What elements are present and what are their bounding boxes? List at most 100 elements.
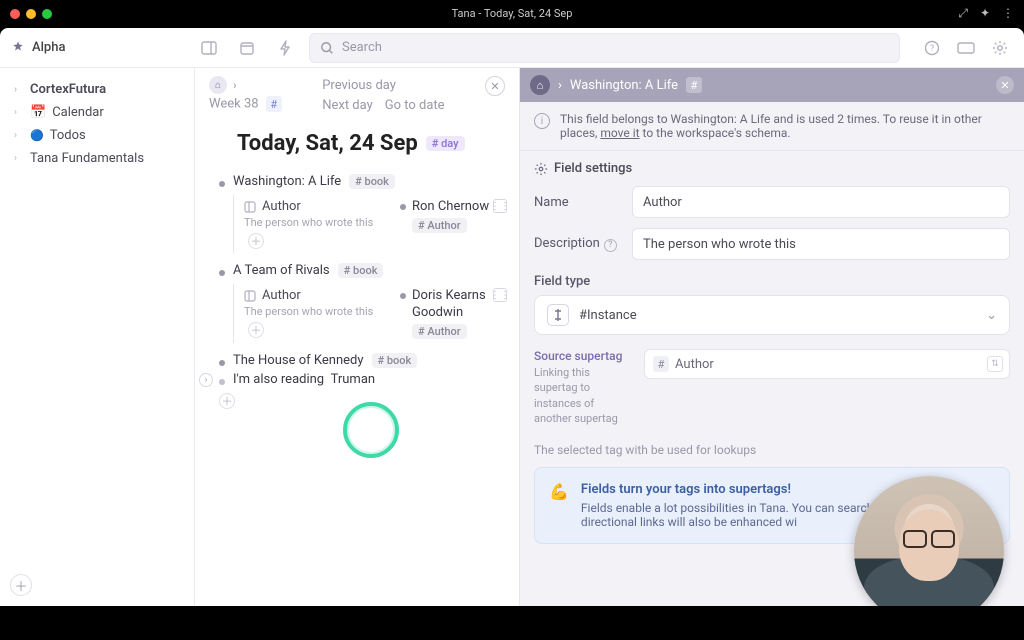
next-day-link[interactable]: Next day <box>322 96 373 116</box>
svg-text:?: ? <box>930 44 934 54</box>
panel-toggle-icon[interactable] <box>195 34 223 62</box>
node-also-reading[interactable]: › I'm also reading Truman <box>219 370 505 389</box>
chevron-right-icon: › <box>558 78 562 93</box>
chevron-right-icon: › <box>14 153 24 164</box>
panel-header: ⌂ › Washington: A Life # ✕ <box>520 68 1024 102</box>
sidebar-item-calendar[interactable]: › 📅 Calendar <box>8 101 186 124</box>
breadcrumb[interactable]: ⌂ › <box>209 76 282 94</box>
window-title: Tana - Today, Sat, 24 Sep <box>0 0 1024 28</box>
goto-date-link[interactable]: Go to date <box>385 96 445 116</box>
sidebar-item-label: Calendar <box>52 105 104 120</box>
panel-breadcrumb[interactable]: Washington: A Life <box>570 78 678 93</box>
sidebar-item-tana-fundamentals[interactable]: › Tana Fundamentals <box>8 147 186 170</box>
node-house-of-kennedy[interactable]: The House of Kennedy # book <box>219 351 505 370</box>
inline-ref[interactable]: Truman <box>331 372 376 387</box>
lookup-hint: The selected tag with be used for lookup… <box>534 443 1010 457</box>
gear-icon <box>534 162 548 176</box>
letterbox-bottom <box>0 606 1024 640</box>
node-washington[interactable]: Washington: A Life # book <box>219 172 505 191</box>
field-name-row: Name Author <box>534 186 1010 218</box>
cursor-highlight <box>343 402 399 458</box>
search-placeholder: Search <box>342 40 382 55</box>
field-icon <box>244 290 256 302</box>
schema-notice: i This field belongs to Washington: A Li… <box>520 102 1024 151</box>
help-icon[interactable]: ? <box>604 239 617 252</box>
app-toolbar: Alpha Search ? <box>0 28 1024 68</box>
bullet-icon <box>400 293 406 299</box>
add-field-button[interactable]: ＋ <box>248 322 264 338</box>
sidebar-item-todos[interactable]: › 🔵 Todos <box>8 124 186 147</box>
node-team-of-rivals[interactable]: A Team of Rivals # book <box>219 261 505 280</box>
chevron-right-icon: › <box>14 130 24 141</box>
close-panel-button[interactable]: ✕ <box>996 76 1014 94</box>
field-label[interactable]: Author <box>244 199 394 214</box>
home-icon[interactable]: ⌂ <box>209 76 227 94</box>
prev-day-link[interactable]: Previous day <box>322 76 396 96</box>
hash-icon[interactable]: # <box>266 96 282 112</box>
traffic-lights[interactable] <box>10 9 52 19</box>
sidebar-item-label: CortexFutura <box>30 82 106 97</box>
info-icon: i <box>534 113 550 129</box>
name-input[interactable]: Author <box>632 186 1010 218</box>
desc-label: Description? <box>534 236 622 252</box>
help-icon[interactable]: ? <box>918 34 946 62</box>
add-button[interactable]: ＋ <box>10 574 32 596</box>
home-icon[interactable]: ⌂ <box>530 75 550 95</box>
name-label: Name <box>534 195 622 210</box>
drag-handle-icon[interactable]: ⋮⋮ <box>493 199 507 213</box>
close-pane-button[interactable]: ✕ <box>485 76 505 96</box>
field-description: The person who wrote this <box>244 305 394 318</box>
source-supertag-input[interactable]: # Author ⇅ <box>644 349 1010 379</box>
extension-icon[interactable]: ✦ <box>980 6 990 21</box>
chevron-right-icon: › <box>14 84 24 95</box>
drag-handle-icon[interactable]: ⋮⋮ <box>493 288 507 302</box>
inspector-panel: ⌂ › Washington: A Life # ✕ i This field … <box>519 68 1024 606</box>
field-value[interactable]: Ron Chernow <box>412 199 489 216</box>
bullet-icon <box>219 360 225 366</box>
desc-input[interactable]: The person who wrote this <box>632 228 1010 260</box>
tag-book[interactable]: # book <box>338 263 384 278</box>
field-author: Author The person who wrote this ＋ Doris… <box>233 284 505 343</box>
hash-icon: # <box>653 356 669 372</box>
zoom-icon[interactable]: ⤢ <box>958 6 968 21</box>
hash-icon[interactable]: # <box>686 77 702 93</box>
sidebar-item-cortexfutura[interactable]: › CortexFutura <box>8 78 186 101</box>
date-nav: Previous day Next day Go to date <box>322 76 444 115</box>
chevron-right-icon: › <box>14 107 24 118</box>
field-description: The person who wrote this <box>244 216 394 229</box>
settings-icon[interactable] <box>986 34 1014 62</box>
tag-book[interactable]: # book <box>372 353 418 368</box>
tag-author[interactable]: # Author <box>412 324 467 339</box>
field-desc-row: Description? The person who wrote this <box>534 228 1010 260</box>
fieldtype-select[interactable]: #Instance ⌄ <box>534 295 1010 335</box>
keyboard-icon[interactable] <box>952 34 980 62</box>
week-label[interactable]: Week 38 <box>209 97 259 112</box>
calendar-icon[interactable] <box>233 34 261 62</box>
chevron-down-icon: ⌄ <box>986 308 997 323</box>
field-icon <box>244 201 256 213</box>
fieldtype-label: Field type <box>534 274 1010 289</box>
tag-author[interactable]: # Author <box>412 218 467 233</box>
chevron-right-icon: › <box>233 78 237 92</box>
tag-day[interactable]: # day <box>426 136 465 151</box>
field-author: Author The person who wrote this ＋ Ron C… <box>233 195 505 253</box>
add-node-button[interactable]: ＋ <box>219 393 235 409</box>
source-supertag-desc: Linking this supertag to instances of an… <box>534 365 634 427</box>
options-icon[interactable]: ⇅ <box>987 356 1003 372</box>
add-field-button[interactable]: ＋ <box>248 233 264 249</box>
expand-icon[interactable]: › <box>199 373 213 387</box>
workspace-name: Alpha <box>32 40 65 55</box>
section-field-settings: Field settings <box>534 161 1010 176</box>
workspace-switcher[interactable]: Alpha <box>10 40 185 56</box>
search-icon <box>320 41 334 55</box>
instance-icon <box>547 304 569 326</box>
page-title: Today, Sat, 24 Sep # day <box>237 131 505 156</box>
tag-book[interactable]: # book <box>349 174 395 189</box>
bolt-icon[interactable] <box>271 34 299 62</box>
window-titlebar: Tana - Today, Sat, 24 Sep ⤢ ✦ ⋮ <box>0 0 1024 28</box>
menu-icon[interactable]: ⋮ <box>1002 6 1014 21</box>
field-label[interactable]: Author <box>244 288 394 303</box>
move-it-link[interactable]: move it <box>600 126 639 140</box>
bullet-icon <box>219 270 225 276</box>
search-input[interactable]: Search <box>309 33 900 63</box>
